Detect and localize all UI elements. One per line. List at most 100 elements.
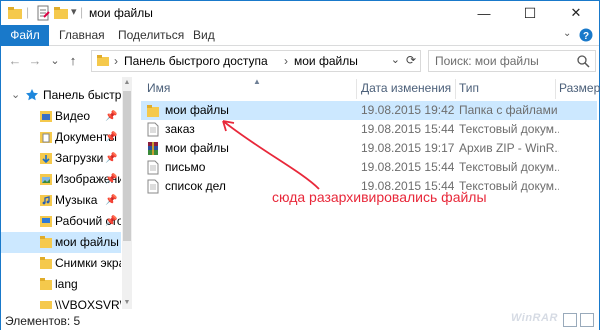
minimize-button[interactable]: — bbox=[461, 1, 507, 25]
file-name: заказ bbox=[165, 122, 195, 136]
scroll-up-icon[interactable]: ▲ bbox=[122, 79, 132, 86]
music-folder-icon bbox=[40, 195, 52, 206]
scroll-down-icon[interactable]: ▼ bbox=[122, 299, 132, 306]
file-row[interactable]: мои файлы 19.08.2015 19:17 Архив ZIP - W… bbox=[141, 139, 597, 158]
properties-icon[interactable] bbox=[35, 5, 51, 21]
sidebar-item-vboxsvr[interactable]: \\VBOXSVR\w bbox=[1, 295, 121, 309]
address-dropdown-icon[interactable]: ⌄ bbox=[391, 53, 400, 66]
titlebar-separator: | bbox=[26, 5, 30, 19]
sidebar-item-desktop[interactable]: Рабочий стол 📌 bbox=[1, 211, 121, 232]
sidebar-item-documents[interactable]: Документы 📌 bbox=[1, 127, 121, 148]
navigation-pane: ⌄ Панель быстрого Видео 📌 Документы 📌 За… bbox=[1, 77, 121, 309]
file-date: 19.08.2015 19:17 bbox=[361, 141, 455, 155]
pin-icon[interactable]: 📌 bbox=[105, 106, 117, 127]
recent-locations-button[interactable]: ⌄ bbox=[47, 53, 63, 69]
sidebar-item-downloads[interactable]: Загрузки 📌 bbox=[1, 148, 121, 169]
column-separator[interactable] bbox=[356, 79, 357, 99]
tab-home[interactable]: Главная bbox=[51, 25, 113, 46]
winrar-archive-icon bbox=[148, 142, 158, 155]
titlebar-separator-2: | bbox=[80, 5, 84, 19]
pin-icon[interactable]: 📌 bbox=[105, 169, 117, 190]
breadcrumb-separator: › bbox=[114, 54, 118, 68]
sidebar-item-label: Снимки экрана bbox=[55, 256, 121, 270]
file-date: 19.08.2015 19:42 bbox=[361, 103, 455, 117]
column-header-type[interactable]: Тип bbox=[459, 81, 479, 99]
tab-file[interactable]: Файл bbox=[1, 25, 49, 46]
search-placeholder: Поиск: мои файлы bbox=[435, 54, 539, 68]
scrollbar-thumb[interactable] bbox=[123, 91, 131, 241]
network-folder-icon bbox=[40, 301, 52, 309]
sidebar-item-label: lang bbox=[55, 277, 78, 291]
status-bar: Элементов: 5 WinRAR bbox=[1, 310, 599, 330]
documents-folder-icon bbox=[40, 132, 52, 143]
file-row[interactable]: письмо 19.08.2015 15:44 Текстовый докум.… bbox=[141, 158, 597, 177]
large-icons-view-icon[interactable] bbox=[580, 313, 594, 327]
file-row[interactable]: заказ 19.08.2015 15:44 Текстовый докум..… bbox=[141, 120, 597, 139]
tab-share[interactable]: Поделиться bbox=[110, 25, 192, 46]
pin-icon[interactable]: 📌 bbox=[105, 211, 117, 232]
new-folder-icon[interactable] bbox=[53, 5, 69, 21]
sidebar-item-label: мои файлы bbox=[55, 235, 119, 249]
pictures-folder-icon bbox=[40, 174, 52, 185]
video-folder-icon bbox=[40, 111, 52, 122]
text-file-icon bbox=[147, 179, 159, 194]
text-file-icon bbox=[147, 122, 159, 137]
file-row[interactable]: мои файлы 19.08.2015 19:42 Папка с файла… bbox=[141, 101, 597, 120]
sidebar-item-pictures[interactable]: Изображения 📌 bbox=[1, 169, 121, 190]
address-bar[interactable]: › Панель быстрого доступа › мои файлы ⌄ … bbox=[91, 50, 421, 72]
forward-button[interactable]: → bbox=[27, 53, 43, 69]
quick-access-dropdown-icon[interactable]: ▾ bbox=[71, 5, 77, 18]
file-name: мои файлы bbox=[165, 141, 229, 155]
ribbon-tabs: Файл Главная Поделиться Вид ⌄ ? bbox=[1, 25, 599, 46]
search-box[interactable]: Поиск: мои файлы bbox=[428, 50, 596, 72]
search-icon[interactable] bbox=[577, 55, 590, 68]
pin-icon[interactable]: 📌 bbox=[105, 190, 117, 211]
downloads-folder-icon bbox=[40, 153, 52, 164]
file-type: Текстовый докум... bbox=[459, 122, 559, 136]
ribbon-expand-icon[interactable]: ⌄ bbox=[563, 28, 571, 39]
breadcrumb-separator: › bbox=[284, 54, 288, 68]
pin-icon[interactable]: 📌 bbox=[105, 148, 117, 169]
desktop-folder-icon bbox=[40, 216, 52, 227]
annotation-text: сюда разархивировались файлы bbox=[272, 189, 487, 205]
sidebar-item-label: Панель быстрого bbox=[43, 88, 121, 102]
sidebar-item-music[interactable]: Музыка 📌 bbox=[1, 190, 121, 211]
sidebar-item-my-files[interactable]: мои файлы bbox=[1, 232, 121, 253]
file-type: Папка с файлами bbox=[459, 103, 558, 117]
sidebar-item-screenshots[interactable]: Снимки экрана bbox=[1, 253, 121, 274]
pin-icon[interactable]: 📌 bbox=[105, 127, 117, 148]
maximize-button[interactable]: ☐ bbox=[507, 1, 553, 25]
star-icon bbox=[26, 89, 38, 101]
details-view-icon[interactable] bbox=[563, 313, 577, 327]
column-separator[interactable] bbox=[455, 79, 456, 99]
folder-icon bbox=[40, 236, 52, 248]
column-header-name[interactable]: Имя ▲ bbox=[147, 77, 261, 99]
sidebar-item-video[interactable]: Видео 📌 bbox=[1, 106, 121, 127]
sidebar-item-label: Музыка bbox=[55, 193, 98, 207]
back-button[interactable]: ← bbox=[7, 53, 23, 69]
up-button[interactable]: ↑ bbox=[65, 53, 81, 69]
folder-app-icon bbox=[8, 7, 22, 19]
sidebar-item-label: \\VBOXSVR\w bbox=[55, 298, 121, 309]
chevron-down-icon[interactable]: ⌄ bbox=[11, 85, 20, 106]
breadcrumb-quick-access[interactable]: Панель быстрого доступа bbox=[124, 54, 268, 68]
folder-icon bbox=[97, 55, 109, 66]
sidebar-item-label: Видео bbox=[55, 109, 91, 123]
folder-icon bbox=[147, 105, 159, 117]
explorer-window: | ▾ | мои файлы — ☐ ✕ Файл Главная Подел… bbox=[0, 0, 600, 330]
refresh-icon[interactable]: ⟳ bbox=[406, 53, 416, 67]
navigation-bar: ← → ⌄ ↑ › Панель быстрого доступа › мои … bbox=[1, 47, 599, 75]
navigation-pane-scrollbar[interactable]: ▲ ▼ bbox=[122, 77, 132, 309]
help-icon[interactable]: ? bbox=[579, 28, 593, 42]
column-separator[interactable] bbox=[555, 79, 556, 99]
close-button[interactable]: ✕ bbox=[553, 1, 599, 25]
tab-view[interactable]: Вид bbox=[185, 25, 223, 46]
window-title: мои файлы bbox=[89, 6, 153, 20]
quick-access-root[interactable]: ⌄ Панель быстрого bbox=[1, 85, 121, 106]
column-header-size[interactable]: Размер bbox=[559, 81, 600, 99]
column-header-date[interactable]: Дата изменения bbox=[361, 81, 451, 99]
sidebar-item-lang[interactable]: lang bbox=[1, 274, 121, 295]
text-file-icon bbox=[147, 160, 159, 175]
breadcrumb-current-folder[interactable]: мои файлы bbox=[294, 54, 358, 68]
file-type: Архив ZIP - WinR... bbox=[459, 141, 559, 155]
